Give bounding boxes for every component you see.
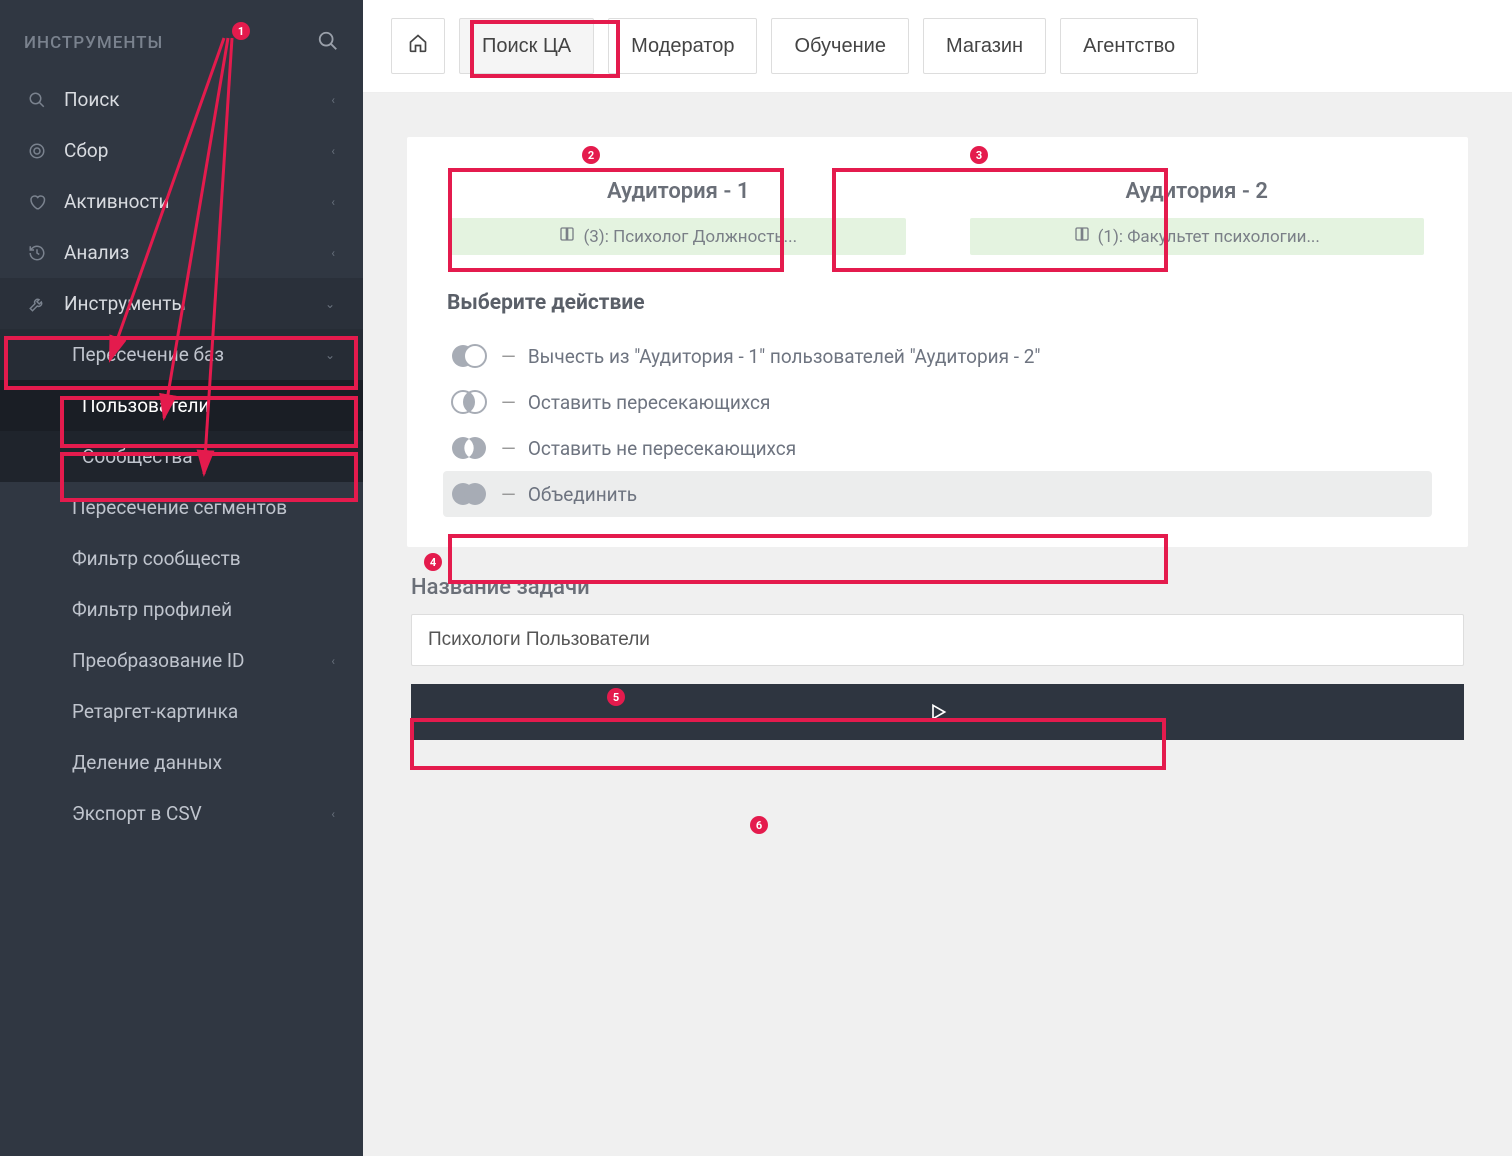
- top-nav: Поиск ЦА Модератор Обучение Магазин Аген…: [363, 0, 1512, 93]
- dash: —: [501, 483, 516, 506]
- chevron-left-icon: ‹: [331, 144, 335, 158]
- tab-shop[interactable]: Магазин: [923, 18, 1046, 74]
- tab-training[interactable]: Обучение: [771, 18, 908, 74]
- sidebar-item-label: Экспорт в CSV: [72, 802, 202, 825]
- main-area: Поиск ЦА Модератор Обучение Магазин Аген…: [363, 0, 1512, 1156]
- play-icon: [928, 702, 948, 722]
- main-panel: Аудитория - 1 (3): Психолог Должность...…: [407, 137, 1468, 547]
- audience-2-box[interactable]: Аудитория - 2 (1): Факультет психологии.…: [962, 167, 1433, 267]
- task-section: Название задачи: [407, 575, 1468, 740]
- history-icon: [24, 244, 50, 262]
- chevron-left-icon: ‹: [331, 654, 335, 668]
- action-label: Вычесть из "Аудитория - 1" пользователей…: [528, 345, 1041, 368]
- action-union[interactable]: — Объединить: [443, 471, 1432, 517]
- sidebar-item-search[interactable]: Поиск ‹: [0, 74, 363, 125]
- sidebar: ИНСТРУМЕНТЫ Поиск ‹ Сбор ‹ Активности ‹ …: [0, 0, 363, 1156]
- sidebar-subitem-filter-prof[interactable]: Фильтр профилей: [0, 584, 363, 635]
- action-subtract[interactable]: — Вычесть из "Аудитория - 1" пользовател…: [443, 333, 1432, 379]
- tab-search-ca[interactable]: Поиск ЦА: [459, 18, 594, 74]
- book-icon: [1074, 226, 1090, 247]
- sidebar-item-label: Пользователи: [82, 394, 210, 417]
- target-icon: [24, 142, 50, 160]
- sidebar-item-label: Деление данных: [72, 751, 222, 774]
- task-name-input[interactable]: [411, 614, 1464, 666]
- action-section-title: Выберите действие: [447, 291, 1432, 315]
- tab-agency[interactable]: Агентство: [1060, 18, 1198, 74]
- dash: —: [501, 345, 516, 368]
- sidebar-item-label: Сбор: [64, 139, 108, 162]
- chevron-left-icon: ‹: [331, 93, 335, 107]
- run-button[interactable]: [411, 684, 1464, 740]
- sidebar-header: ИНСТРУМЕНТЫ: [0, 18, 363, 74]
- sidebar-subitem-transform-id[interactable]: Преобразование ID ‹: [0, 635, 363, 686]
- audience-2-chip[interactable]: (1): Факультет психологии...: [970, 218, 1425, 255]
- book-icon: [559, 226, 575, 247]
- sidebar-item-label: Фильтр профилей: [72, 598, 232, 621]
- chevron-left-icon: ‹: [331, 195, 335, 209]
- wrench-icon: [24, 295, 50, 313]
- chevron-down-icon: ⌄: [325, 297, 335, 311]
- sidebar-item-label: Ретаргет-картинка: [72, 700, 238, 723]
- sidebar-item-instruments[interactable]: Инструменты ⌄: [0, 278, 363, 329]
- sidebar-item-label: Инструменты: [64, 292, 186, 315]
- sidebar-item-label: Анализ: [64, 241, 129, 264]
- sidebar-subitem-filter-comm[interactable]: Фильтр сообществ: [0, 533, 363, 584]
- sidebar-item-label: Пересечение баз: [72, 343, 224, 366]
- sidebar-subitem-users[interactable]: Пользователи: [0, 380, 363, 431]
- audience-1-chip-text: (3): Психолог Должность...: [583, 227, 797, 247]
- sidebar-subitem-retarget[interactable]: Ретаргет-картинка: [0, 686, 363, 737]
- audience-row: Аудитория - 1 (3): Психолог Должность...…: [443, 167, 1432, 267]
- venn-union-icon: [449, 481, 489, 507]
- audience-2-title: Аудитория - 2: [970, 179, 1425, 204]
- action-label: Оставить не пересекающихся: [528, 437, 796, 460]
- sidebar-subitem-intersect[interactable]: Пересечение баз ⌄: [0, 329, 363, 380]
- chevron-down-icon: ⌄: [325, 348, 335, 362]
- sidebar-item-label: Пересечение сегментов: [72, 496, 287, 519]
- dash: —: [501, 391, 516, 414]
- home-icon: [408, 33, 428, 53]
- home-button[interactable]: [391, 18, 445, 74]
- venn-exclude-icon: [449, 435, 489, 461]
- action-label: Оставить пересекающихся: [528, 391, 771, 414]
- audience-1-box[interactable]: Аудитория - 1 (3): Психолог Должность...: [443, 167, 914, 267]
- audience-1-title: Аудитория - 1: [451, 179, 906, 204]
- tab-moderator[interactable]: Модератор: [608, 18, 757, 74]
- action-exclude[interactable]: — Оставить не пересекающихся: [443, 425, 1432, 471]
- heart-icon: [24, 193, 50, 211]
- sidebar-item-label: Фильтр сообществ: [72, 547, 241, 570]
- sidebar-item-label: Поиск: [64, 88, 120, 111]
- sidebar-subitem-export[interactable]: Экспорт в CSV ‹: [0, 788, 363, 839]
- audience-1-chip[interactable]: (3): Психолог Должность...: [451, 218, 906, 255]
- action-label: Объединить: [528, 483, 637, 506]
- search-icon: [24, 91, 50, 109]
- sidebar-subitem-split[interactable]: Деление данных: [0, 737, 363, 788]
- sidebar-item-label: Активности: [64, 190, 169, 213]
- action-intersect[interactable]: — Оставить пересекающихся: [443, 379, 1432, 425]
- venn-intersect-icon: [449, 389, 489, 415]
- dash: —: [501, 437, 516, 460]
- sidebar-item-analysis[interactable]: Анализ ‹: [0, 227, 363, 278]
- sidebar-item-label: Преобразование ID: [72, 649, 245, 672]
- venn-subtract-icon: [449, 343, 489, 369]
- content: Аудитория - 1 (3): Психолог Должность...…: [363, 93, 1512, 764]
- sidebar-title: ИНСТРУМЕНТЫ: [24, 33, 163, 53]
- chevron-left-icon: ‹: [331, 807, 335, 821]
- sidebar-item-collect[interactable]: Сбор ‹: [0, 125, 363, 176]
- audience-2-chip-text: (1): Факультет психологии...: [1098, 227, 1320, 247]
- task-label: Название задачи: [411, 575, 590, 600]
- sidebar-subitem-communities[interactable]: Сообщества: [0, 431, 363, 482]
- sidebar-item-activity[interactable]: Активности ‹: [0, 176, 363, 227]
- task-label-row: Название задачи: [411, 575, 1464, 600]
- sidebar-item-label: Сообщества: [82, 445, 193, 468]
- chevron-left-icon: ‹: [331, 246, 335, 260]
- search-icon[interactable]: [317, 30, 339, 56]
- sidebar-subitem-segments[interactable]: Пересечение сегментов: [0, 482, 363, 533]
